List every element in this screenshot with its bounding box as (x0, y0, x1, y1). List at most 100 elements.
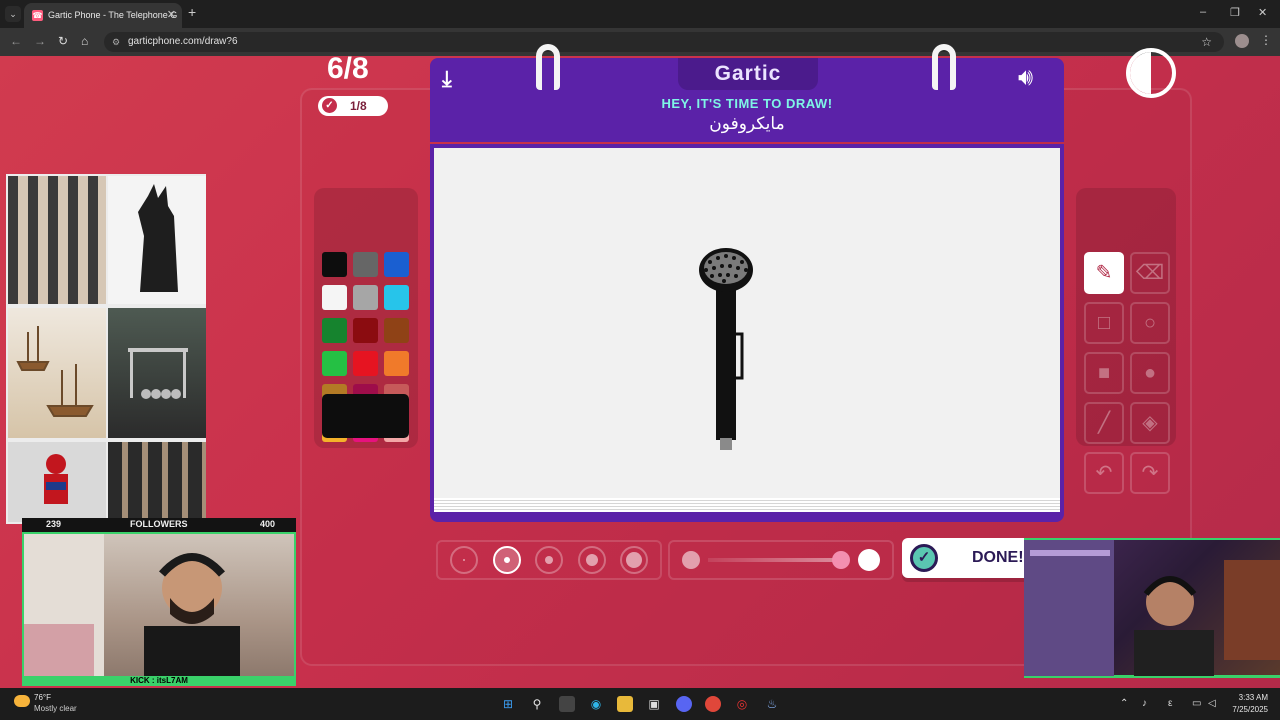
site-info-icon[interactable]: ⚙ (112, 32, 120, 52)
color-swatch[interactable] (384, 351, 409, 376)
color-swatch[interactable] (322, 285, 347, 310)
clock-date[interactable]: 7/25/2025 (1226, 705, 1268, 714)
color-swatch[interactable] (353, 285, 378, 310)
check-circle-icon: ✓ (910, 544, 938, 572)
windows-taskbar: 76°F Mostly clear ⊞ ⚲ ◉ ▣ ◎ ♨ ⌃ ♪ ε ▭ ◁ … (0, 688, 1280, 720)
profile-avatar[interactable] (1235, 34, 1249, 48)
eraser-icon[interactable]: ⌫ (1130, 252, 1170, 294)
brush-size-4[interactable] (578, 546, 606, 574)
pencil-icon[interactable]: ✎ (1084, 252, 1124, 294)
phone-icon: ☎ (32, 10, 43, 21)
brush-size-3[interactable] (535, 546, 563, 574)
new-tab-icon[interactable]: + (188, 4, 196, 20)
line-icon[interactable]: ╱ (1084, 402, 1124, 444)
reload-icon[interactable]: ↻ (58, 34, 68, 48)
tab-title: Gartic Phone - The Telephone G (48, 10, 178, 20)
task-view-icon[interactable] (559, 696, 575, 712)
followers-max: 400 (260, 519, 276, 529)
fill-bucket-icon[interactable]: ◈ (1130, 402, 1170, 444)
temperature: 76°F (34, 693, 51, 702)
selected-color-preview (322, 394, 409, 438)
search-icon[interactable]: ⚲ (529, 696, 545, 712)
browser-tab[interactable]: ☎ Gartic Phone - The Telephone G ✕ (24, 3, 182, 28)
edge-icon[interactable]: ◉ (588, 696, 604, 712)
minimize-icon[interactable]: – (1200, 6, 1206, 18)
mic-switch (730, 332, 744, 380)
clock-time[interactable]: 3:33 AM (1226, 693, 1268, 702)
microphone-icon[interactable]: ♪ (1142, 698, 1147, 709)
download-icon[interactable]: ⤓ (442, 66, 452, 92)
back-icon[interactable]: ← (10, 34, 22, 48)
network-icon[interactable]: ▭ (1192, 698, 1201, 709)
home-icon[interactable]: ⌂ (81, 34, 88, 48)
volume-icon[interactable]: 🔊︎ (1018, 64, 1033, 92)
brush-size-2[interactable] (493, 546, 521, 574)
color-swatch[interactable] (384, 318, 409, 343)
redo-icon[interactable]: ↷ (1130, 452, 1170, 494)
url-text: garticphone.com/draw?6 (128, 36, 238, 47)
store-icon[interactable]: ▣ (646, 696, 662, 712)
kick-handle-banner: KICK : itsL7AM (22, 676, 296, 686)
bookmark-star-icon[interactable]: ☆ (1201, 32, 1212, 52)
figurines-image (8, 176, 106, 304)
color-swatch[interactable] (322, 318, 347, 343)
color-swatch[interactable] (322, 351, 347, 376)
color-swatch[interactable] (384, 252, 409, 277)
followers-label: FOLLOWERS (130, 519, 188, 529)
circle-fill-icon[interactable]: ● (1130, 352, 1170, 394)
weather-icon (14, 695, 30, 707)
rectangle-outline-icon[interactable]: □ (1084, 302, 1124, 344)
color-swatch[interactable] (384, 285, 409, 310)
file-explorer-icon[interactable] (617, 696, 633, 712)
steam-icon[interactable]: ♨ (764, 696, 780, 712)
color-swatch[interactable] (353, 318, 378, 343)
contrast-toggle-icon[interactable] (1126, 48, 1176, 98)
brush-size-5[interactable] (620, 546, 648, 574)
brush-size-1[interactable] (450, 546, 478, 574)
browser-tab-bar: ⌄ ☎ Gartic Phone - The Telephone G ✕ + –… (0, 0, 1280, 28)
notebook-ring-left (536, 44, 560, 90)
spiderman-figure-image (8, 442, 106, 522)
opacity-high-icon (858, 549, 880, 571)
done-button[interactable]: ✓ DONE! (902, 538, 1042, 578)
opacity-track[interactable] (708, 558, 838, 562)
close-window-icon[interactable]: ✕ (1258, 6, 1267, 19)
microphone-drawing (699, 248, 753, 450)
rectangle-fill-icon[interactable]: ■ (1084, 352, 1124, 394)
tab-search-icon[interactable]: ⌄ (5, 6, 21, 22)
obs-icon[interactable]: ◎ (734, 696, 750, 712)
discord-icon[interactable] (676, 696, 692, 712)
start-icon[interactable]: ⊞ (500, 696, 516, 712)
circle-outline-icon[interactable]: ○ (1130, 302, 1170, 344)
url-field[interactable]: ⚙ garticphone.com/draw?6 ☆ (104, 32, 1224, 52)
restore-icon[interactable]: ❐ (1230, 6, 1240, 19)
minifigures-image (108, 442, 206, 522)
color-swatch[interactable] (322, 252, 347, 277)
weather-condition: Mostly clear (34, 704, 77, 713)
color-swatch[interactable] (353, 351, 378, 376)
mic-cap (720, 438, 732, 450)
close-tab-icon[interactable]: ✕ (167, 3, 176, 28)
secret-word: مايكروفون (709, 114, 785, 133)
followers-goal-bar: 239 FOLLOWERS 400 (22, 518, 296, 532)
dog-statue-image (108, 176, 206, 304)
color-swatch[interactable] (353, 252, 378, 277)
chrome-icon[interactable] (705, 696, 721, 712)
drawing-canvas[interactable] (434, 148, 1060, 500)
forward-icon[interactable]: → (34, 34, 46, 48)
check-icon: ✓ (322, 98, 337, 113)
notebook-ring-right (932, 44, 956, 90)
draw-prompt: HEY, IT'S TIME TO DRAW! (661, 96, 833, 111)
volume-tray-icon[interactable]: ◁ (1208, 698, 1216, 709)
opacity-low-icon (682, 551, 700, 569)
input-language-icon[interactable]: ε (1168, 698, 1172, 709)
address-bar-row: ← → ↻ ⌂ ⚙ garticphone.com/draw?6 ☆ ⋮ (0, 28, 1280, 56)
tray-chevron-icon[interactable]: ⌃ (1120, 698, 1128, 709)
undo-icon[interactable]: ↶ (1084, 452, 1124, 494)
webcam-guest (1024, 538, 1280, 678)
webcam-streamer (22, 532, 296, 684)
opacity-slider-knob[interactable] (832, 551, 850, 569)
menu-kebab-icon[interactable]: ⋮ (1260, 33, 1272, 47)
notebook-pages (434, 498, 1060, 512)
players-done-count: 1/8 (350, 99, 367, 113)
